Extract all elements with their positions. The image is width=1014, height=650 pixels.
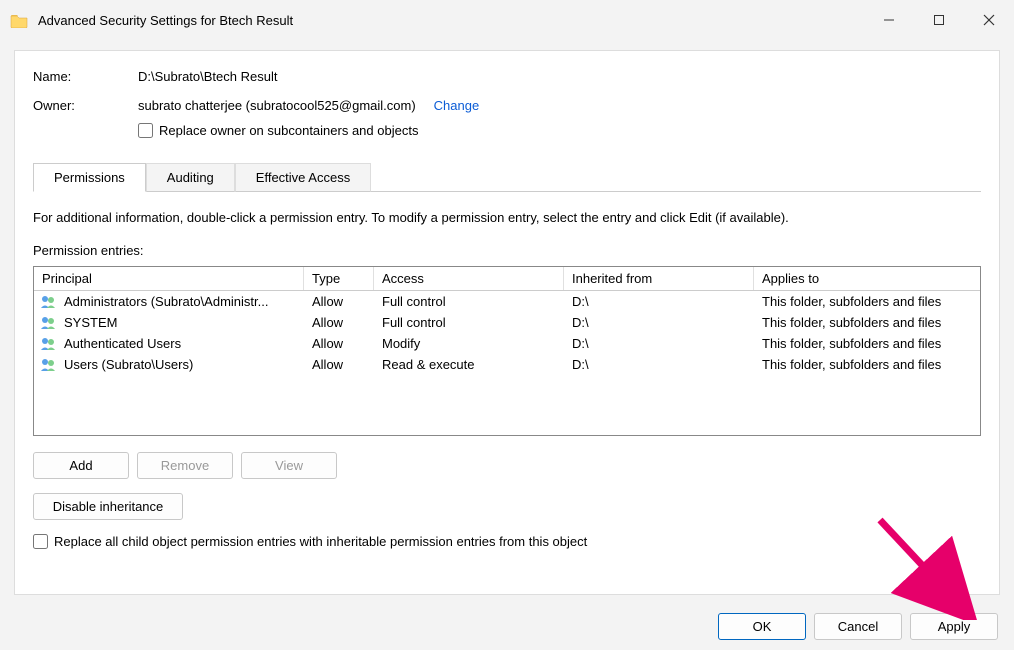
cell-principal: Administrators (Subrato\Administr... (64, 294, 268, 309)
cell-inherited: D:\ (564, 354, 754, 375)
window-title: Advanced Security Settings for Btech Res… (38, 13, 864, 28)
cell-type: Allow (304, 354, 374, 375)
col-principal[interactable]: Principal (34, 267, 304, 290)
tab-auditing[interactable]: Auditing (146, 163, 235, 192)
add-button[interactable]: Add (33, 452, 129, 479)
minimize-button[interactable] (864, 0, 914, 40)
close-button[interactable] (964, 0, 1014, 40)
table-row[interactable]: SYSTEM Allow Full control D:\ This folde… (34, 312, 980, 333)
users-icon (40, 316, 58, 330)
maximize-button[interactable] (914, 0, 964, 40)
name-label: Name: (33, 69, 138, 84)
tab-content: For additional information, double-click… (33, 192, 981, 582)
cell-inherited: D:\ (564, 333, 754, 354)
table-row[interactable]: Administrators (Subrato\Administr... All… (34, 291, 980, 312)
table-row[interactable]: Authenticated Users Allow Modify D:\ Thi… (34, 333, 980, 354)
dialog-footer: OK Cancel Apply (0, 605, 1014, 650)
remove-button[interactable]: Remove (137, 452, 233, 479)
info-grid: Name: D:\Subrato\Btech Result Owner: sub… (33, 69, 981, 138)
cell-applies: This folder, subfolders and files (754, 291, 980, 312)
cell-type: Allow (304, 333, 374, 354)
replace-child-label: Replace all child object permission entr… (54, 534, 587, 549)
titlebar: Advanced Security Settings for Btech Res… (0, 0, 1014, 40)
window: Advanced Security Settings for Btech Res… (0, 0, 1014, 641)
col-applies[interactable]: Applies to (754, 267, 980, 290)
inner-panel: Name: D:\Subrato\Btech Result Owner: sub… (14, 50, 1000, 595)
replace-child-checkbox[interactable] (33, 534, 48, 549)
dialog-body: Name: D:\Subrato\Btech Result Owner: sub… (0, 40, 1014, 605)
view-button[interactable]: View (241, 452, 337, 479)
cell-applies: This folder, subfolders and files (754, 354, 980, 375)
cell-type: Allow (304, 291, 374, 312)
apply-button[interactable]: Apply (910, 613, 998, 640)
cell-inherited: D:\ (564, 312, 754, 333)
disable-inheritance-button[interactable]: Disable inheritance (33, 493, 183, 520)
cell-access: Full control (374, 312, 564, 333)
ok-button[interactable]: OK (718, 613, 806, 640)
cell-principal: Users (Subrato\Users) (64, 357, 193, 372)
cell-access: Modify (374, 333, 564, 354)
name-value: D:\Subrato\Btech Result (138, 69, 981, 84)
replace-owner-label: Replace owner on subcontainers and objec… (159, 123, 418, 138)
col-type[interactable]: Type (304, 267, 374, 290)
replace-owner-checkbox[interactable] (138, 123, 153, 138)
tab-effective-access[interactable]: Effective Access (235, 163, 371, 192)
cancel-button[interactable]: Cancel (814, 613, 902, 640)
table-header: Principal Type Access Inherited from App… (34, 267, 980, 291)
tab-permissions[interactable]: Permissions (33, 163, 146, 192)
users-icon (40, 337, 58, 351)
cell-access: Read & execute (374, 354, 564, 375)
change-owner-link[interactable]: Change (434, 98, 480, 113)
owner-value: subrato chatterjee (subratocool525@gmail… (138, 98, 416, 113)
users-icon (40, 295, 58, 309)
cell-access: Full control (374, 291, 564, 312)
col-access[interactable]: Access (374, 267, 564, 290)
cell-applies: This folder, subfolders and files (754, 312, 980, 333)
owner-label: Owner: (33, 98, 138, 138)
table-row[interactable]: Users (Subrato\Users) Allow Read & execu… (34, 354, 980, 375)
entry-buttons: Add Remove View (33, 452, 981, 479)
col-inherited[interactable]: Inherited from (564, 267, 754, 290)
users-icon (40, 358, 58, 372)
folder-icon (10, 13, 28, 28)
intro-text: For additional information, double-click… (33, 210, 981, 225)
cell-type: Allow (304, 312, 374, 333)
permission-table: Principal Type Access Inherited from App… (33, 266, 981, 436)
entries-label: Permission entries: (33, 243, 981, 258)
cell-applies: This folder, subfolders and files (754, 333, 980, 354)
tab-strip: Permissions Auditing Effective Access (33, 162, 981, 192)
cell-principal: SYSTEM (64, 315, 117, 330)
window-controls (864, 0, 1014, 40)
cell-principal: Authenticated Users (64, 336, 181, 351)
cell-inherited: D:\ (564, 291, 754, 312)
